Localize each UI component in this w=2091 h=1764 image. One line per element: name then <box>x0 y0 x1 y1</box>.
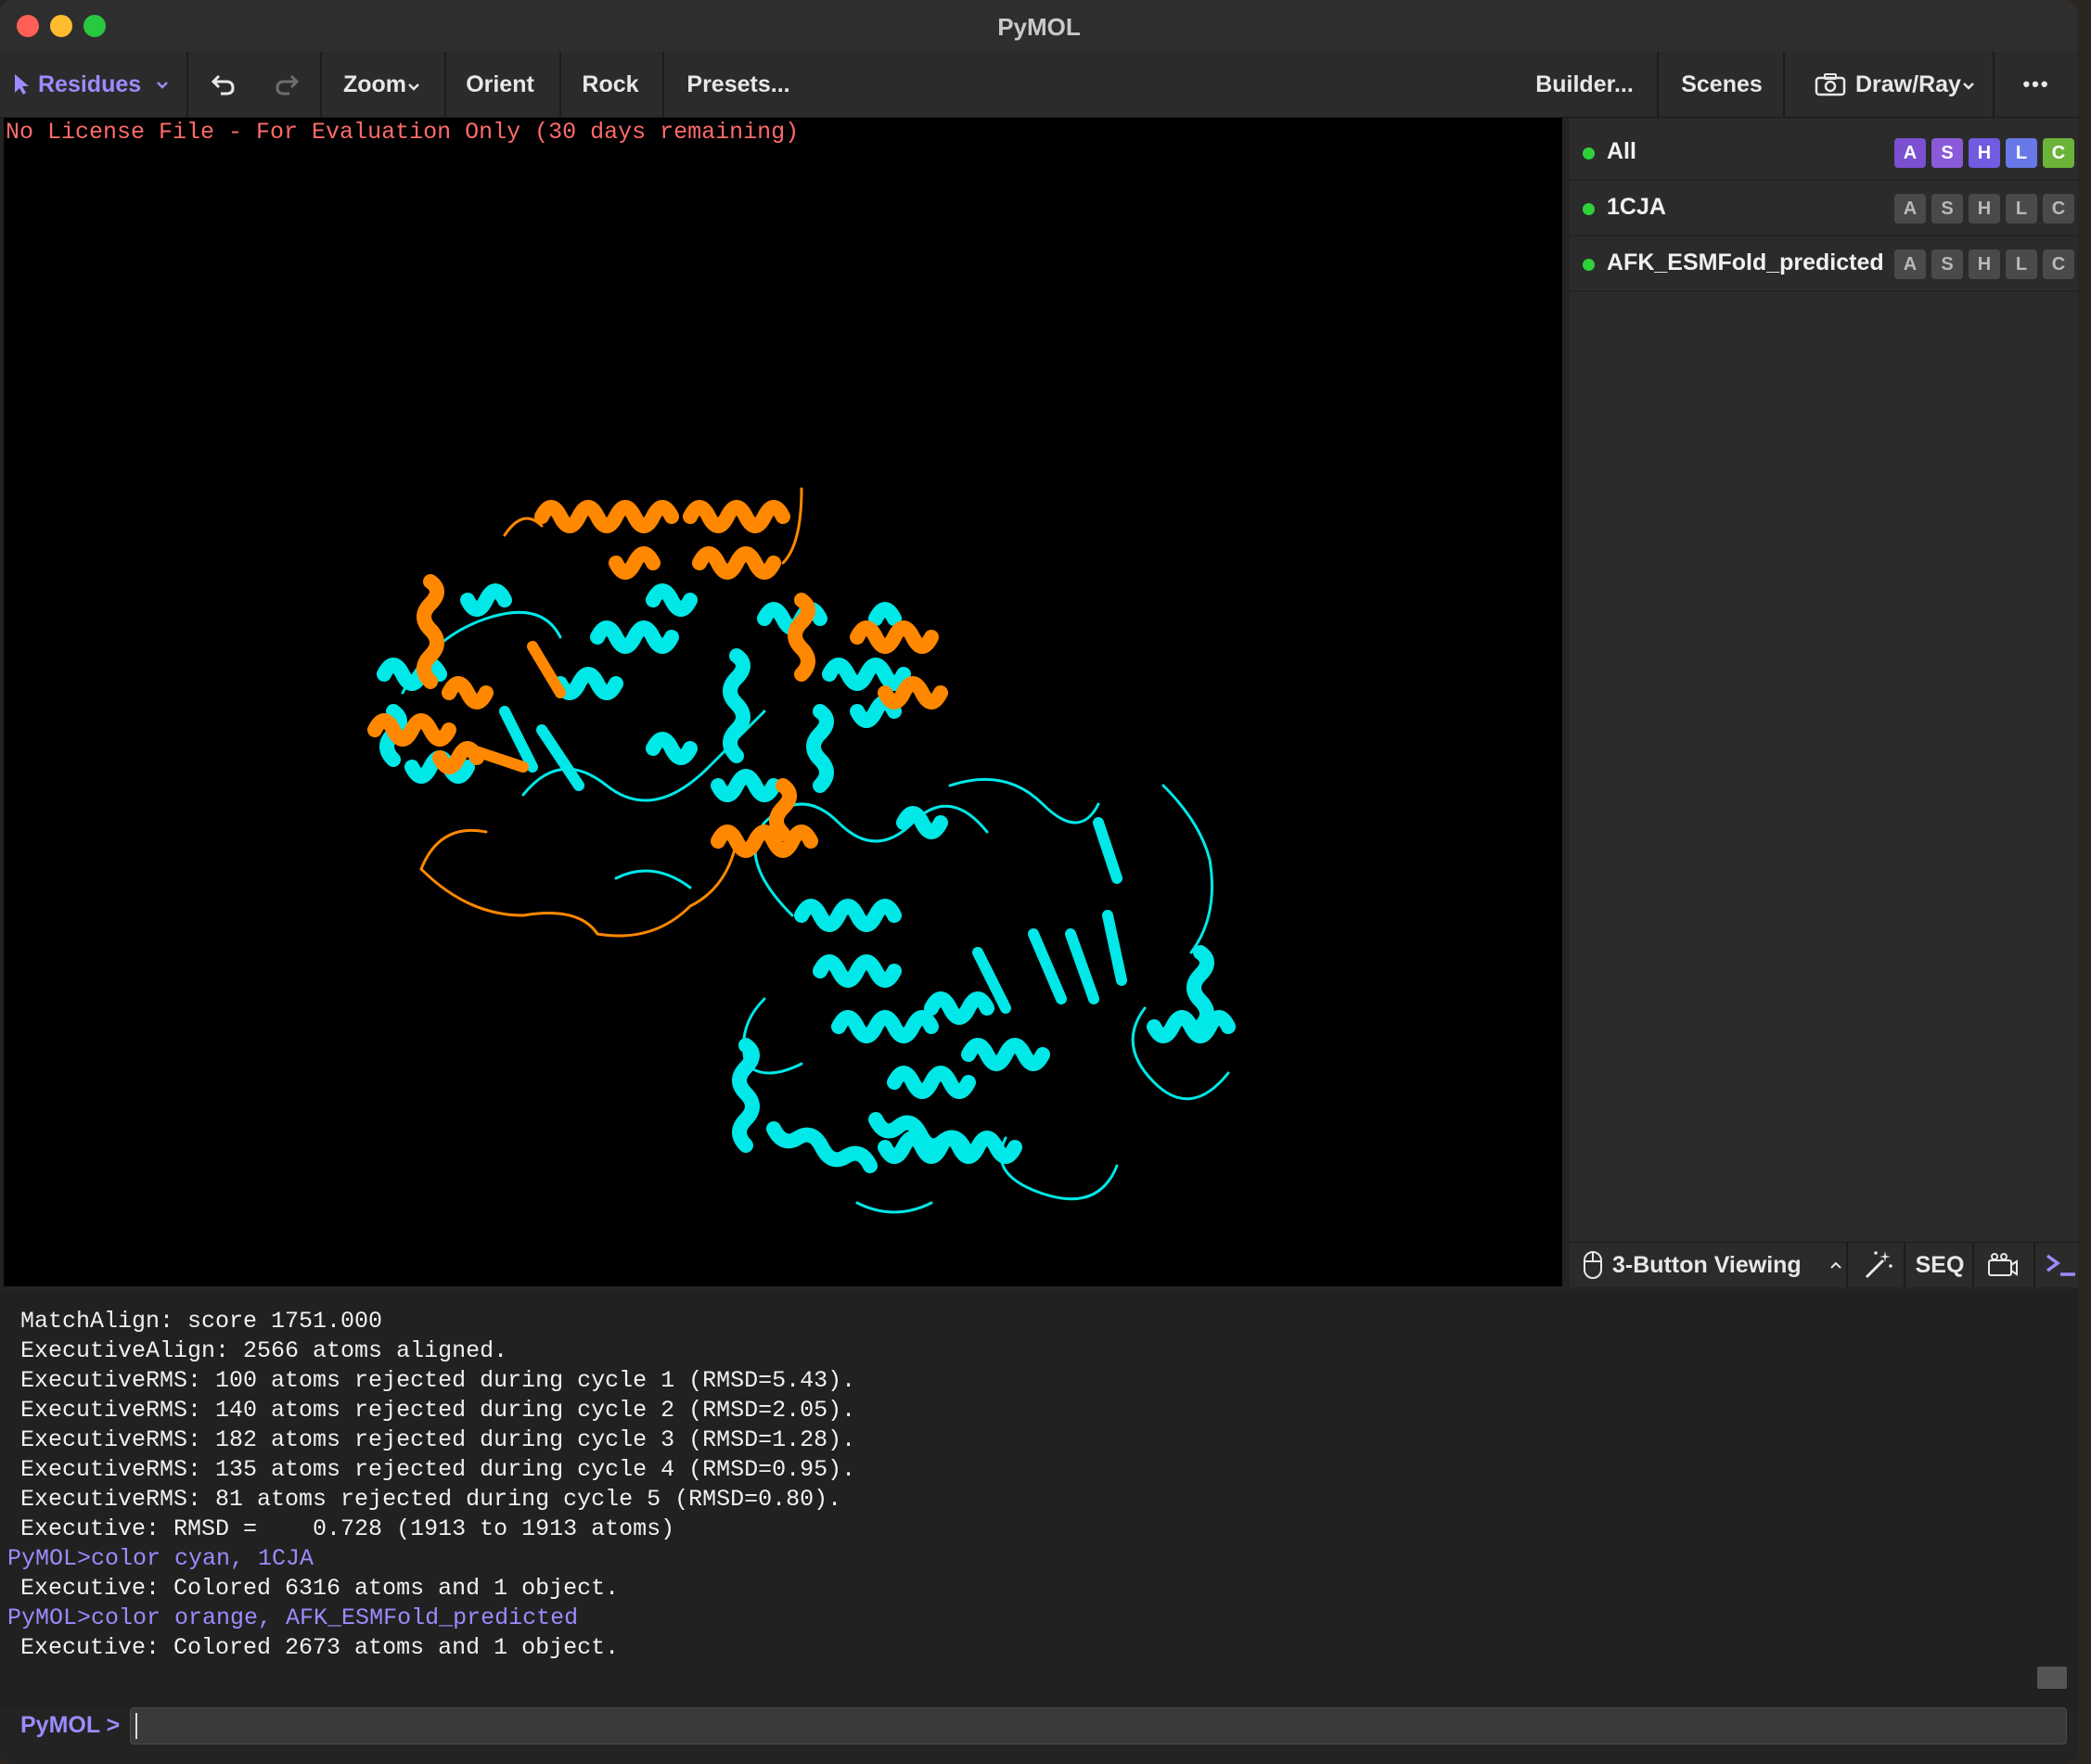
actions-button[interactable]: A <box>1894 194 1926 224</box>
rock-button[interactable]: Rock <box>568 52 653 117</box>
camera-icon <box>1815 73 1846 96</box>
camera-icon <box>1988 1253 2018 1276</box>
more-options-button[interactable]: ••• <box>2004 52 2069 117</box>
viewer-bottom-bar: 3-Button Viewing SEQ <box>1570 1242 2078 1287</box>
zoom-label: Zoom <box>342 71 407 97</box>
mouse-mode-selector[interactable]: 3-Button Viewing <box>1579 1243 1850 1287</box>
builder-button[interactable]: Builder... <box>1521 52 1648 117</box>
toolbar-divider <box>320 52 322 117</box>
console-line: ExecutiveRMS: 140 atoms rejected during … <box>20 1397 856 1424</box>
molecular-viewer-canvas[interactable]: No License File - For Evaluation Only (3… <box>4 118 1562 1286</box>
console-line: ExecutiveAlign: 2566 atoms aligned. <box>20 1337 508 1364</box>
redo-icon <box>276 74 300 96</box>
mouse-icon <box>1584 1251 1602 1279</box>
object-name: All <box>1607 138 1636 164</box>
console-line: ExecutiveRMS: 100 atoms rejected during … <box>20 1367 856 1394</box>
label-button[interactable]: L <box>2006 138 2037 168</box>
object-row-all[interactable]: All A S H L C <box>1570 125 2078 181</box>
console-line: Executive: Colored 6316 atoms and 1 obje… <box>20 1575 620 1602</box>
color-button[interactable]: C <box>2043 138 2074 168</box>
zoom-dropdown[interactable]: Zoom <box>330 52 432 117</box>
text-caret <box>135 1713 137 1739</box>
chevron-up-icon <box>1830 1261 1841 1269</box>
show-button[interactable]: S <box>1931 249 1963 279</box>
console-line: ExecutiveRMS: 81 atoms rejected during c… <box>20 1486 842 1513</box>
hide-button[interactable]: H <box>1969 249 2000 279</box>
toolbar-divider <box>1657 52 1659 117</box>
terminal-icon <box>2046 1254 2075 1276</box>
pymol-window: PyMOL Residues Zoom Orient Rock Presets.… <box>0 0 2078 1764</box>
console-line: MatchAlign: score 1751.000 <box>20 1308 383 1335</box>
pointer-icon <box>15 74 29 95</box>
hide-button[interactable]: H <box>1969 194 2000 224</box>
bar-divider <box>1904 1243 1905 1287</box>
command-input[interactable] <box>130 1707 2067 1745</box>
color-button[interactable]: C <box>2043 194 2074 224</box>
toolbar-divider <box>1783 52 1785 117</box>
chevron-down-icon <box>1963 83 1974 90</box>
toolbar-divider <box>1993 52 1995 117</box>
wizard-button[interactable] <box>1859 1243 1896 1287</box>
toolbar-divider <box>559 52 561 117</box>
selection-mode-label: Residues <box>38 71 142 97</box>
object-enabled-indicator[interactable] <box>1583 203 1595 215</box>
mouse-mode-label: 3-Button Viewing <box>1612 1252 1802 1278</box>
console-line: ExecutiveRMS: 182 atoms rejected during … <box>20 1426 856 1453</box>
command-prompt-label: PyMOL > <box>20 1712 121 1738</box>
chevron-down-icon <box>408 83 419 91</box>
undo-button[interactable] <box>200 52 247 117</box>
wand-icon <box>1865 1251 1892 1279</box>
actions-button[interactable]: A <box>1894 249 1926 279</box>
redo-button[interactable] <box>263 52 310 117</box>
draw-ray-label: Draw/Ray <box>1855 71 1961 97</box>
console-command-line: PyMOL>color cyan, 1CJA <box>7 1545 314 1572</box>
console-resize-grip[interactable] <box>2037 1667 2067 1689</box>
color-button[interactable]: C <box>2043 249 2074 279</box>
object-enabled-indicator[interactable] <box>1583 259 1595 271</box>
label-button[interactable]: L <box>2006 194 2037 224</box>
presets-button[interactable]: Presets... <box>670 52 807 117</box>
draw-ray-dropdown[interactable]: Draw/Ray <box>1807 52 1983 117</box>
object-row-afk-esmfold-predicted[interactable]: AFK_ESMFold_predicted A S H L C <box>1570 236 2078 292</box>
object-name: 1CJA <box>1607 194 1666 220</box>
object-name: AFK_ESMFold_predicted <box>1607 249 1884 275</box>
scenes-button[interactable]: Scenes <box>1670 52 1774 117</box>
console-toggle-button[interactable] <box>2039 1243 2076 1287</box>
console-line: Executive: RMSD = 0.728 (1913 to 1913 at… <box>20 1515 675 1542</box>
orient-button[interactable]: Orient <box>451 52 549 117</box>
show-button[interactable]: S <box>1931 138 1963 168</box>
toolbar: Residues Zoom Orient Rock Presets... Bui… <box>0 52 2078 118</box>
undo-icon <box>211 74 235 96</box>
show-button[interactable]: S <box>1931 194 1963 224</box>
toolbar-divider <box>662 52 664 117</box>
structure-cyan-1cja <box>377 583 1236 1214</box>
chevron-down-icon <box>157 82 168 89</box>
toolbar-divider <box>186 52 188 117</box>
actions-button[interactable]: A <box>1894 138 1926 168</box>
console-command-line: PyMOL>color orange, AFK_ESMFold_predicte… <box>7 1604 579 1631</box>
selection-mode-dropdown[interactable]: Residues <box>7 52 180 117</box>
window-title: PyMOL <box>997 13 1081 41</box>
object-enabled-indicator[interactable] <box>1583 147 1595 160</box>
console-line: Executive: Colored 2673 atoms and 1 obje… <box>20 1634 620 1661</box>
protein-structures <box>367 487 1236 1214</box>
hide-button[interactable]: H <box>1969 138 2000 168</box>
object-row-1cja[interactable]: 1CJA A S H L C <box>1570 181 2078 236</box>
bar-divider <box>1846 1243 1848 1287</box>
bar-divider <box>1972 1243 1974 1287</box>
title-bar: PyMOL <box>0 0 2078 53</box>
toolbar-divider <box>444 52 446 117</box>
movie-button[interactable] <box>1982 1243 2024 1287</box>
console-line: ExecutiveRMS: 135 atoms rejected during … <box>20 1456 856 1483</box>
bar-divider <box>2033 1243 2035 1287</box>
label-button[interactable]: L <box>2006 249 2037 279</box>
sequence-button[interactable]: SEQ <box>1913 1243 1967 1287</box>
object-panel: All A S H L C 1CJA A S H L C AFK_ESMFold… <box>1570 118 2078 1242</box>
